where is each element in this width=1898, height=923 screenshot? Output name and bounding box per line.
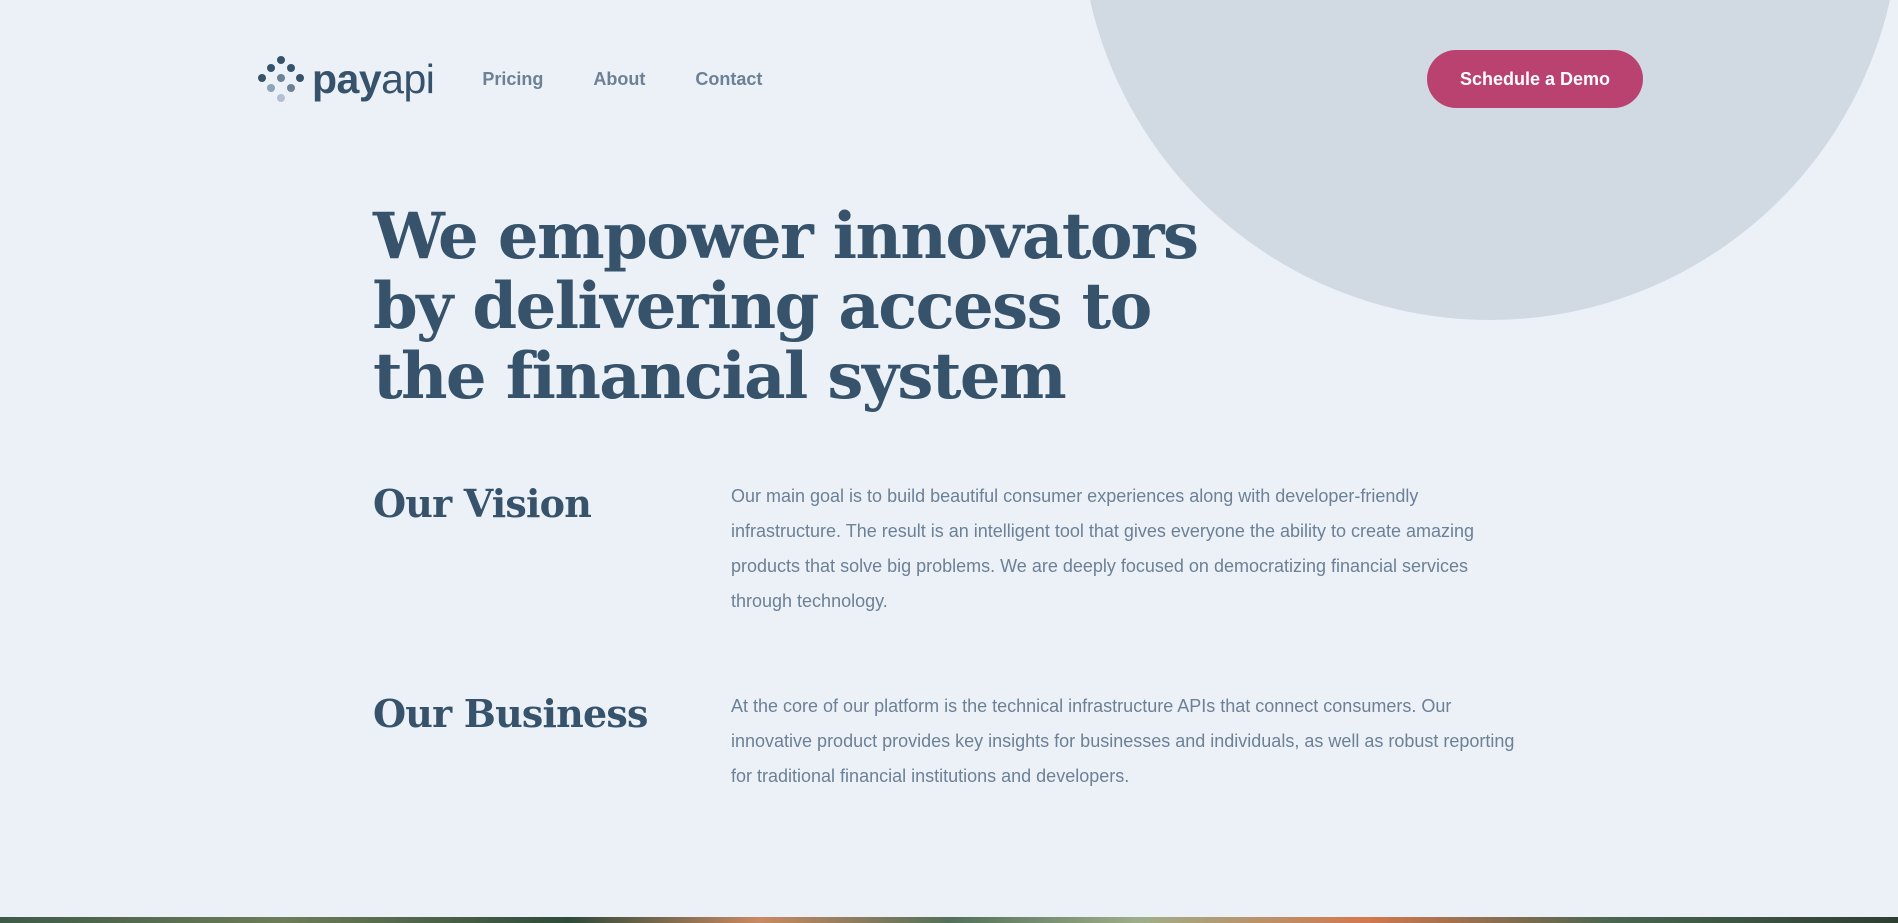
vision-body: Our main goal is to build beautiful cons…: [731, 486, 1475, 611]
brand-name-bold: pay: [312, 55, 382, 102]
site-header: payapi Pricing About Contact Schedule a …: [258, 50, 1643, 108]
main-nav: Pricing About Contact: [482, 69, 812, 90]
business-body: At the core of our platform is the techn…: [731, 696, 1515, 786]
nav-link-contact[interactable]: Contact: [695, 69, 762, 90]
business-heading: Our Business: [373, 691, 648, 736]
vision-heading: Our Vision: [373, 481, 592, 526]
brand-wordmark: payapi: [312, 55, 435, 102]
hero-photo-edge: [0, 917, 1898, 923]
nav-link-pricing[interactable]: Pricing: [482, 69, 543, 90]
payapi-dots-logo-icon: [258, 56, 304, 102]
brand-logo[interactable]: payapi: [258, 55, 435, 102]
schedule-demo-button[interactable]: Schedule a Demo: [1427, 50, 1643, 108]
nav-link-about[interactable]: About: [593, 69, 645, 90]
brand-name-light: api: [381, 55, 435, 102]
hero-title: We empower innovators by delivering acce…: [373, 199, 1199, 414]
